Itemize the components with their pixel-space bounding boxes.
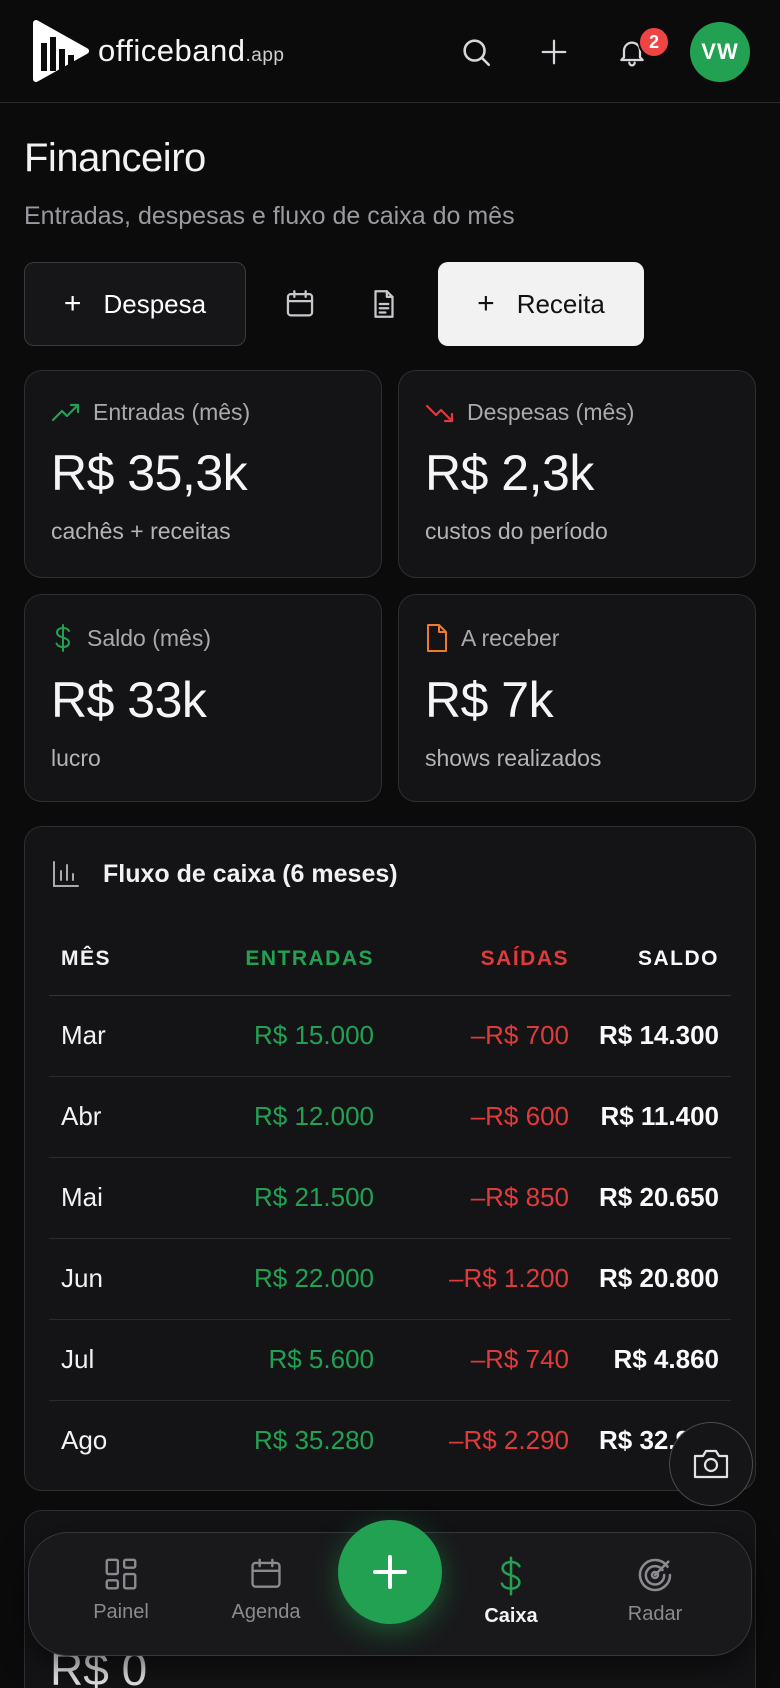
stat-value: R$ 33k: [51, 672, 207, 728]
calendar-icon: [251, 1558, 281, 1588]
nav-item-painel[interactable]: Painel: [61, 1555, 181, 1624]
table-row: Abr R$ 12.000 –R$ 600 R$ 11.400: [49, 1076, 731, 1158]
brand-name: officeband.app: [98, 33, 285, 68]
notification-badge: 2: [638, 26, 670, 58]
column-header-expenses: SAÍDAS: [374, 923, 569, 996]
cell-month: Mai: [49, 1157, 169, 1239]
nav-item-caixa[interactable]: Caixa: [451, 1555, 571, 1628]
document-icon: [374, 290, 394, 318]
plus-icon: +: [477, 287, 495, 320]
calendar-button[interactable]: [280, 284, 320, 324]
nav-label: Caixa: [484, 1605, 538, 1627]
document-icon: [427, 624, 447, 652]
table-row: Jun R$ 22.000 –R$ 1.200 R$ 20.800: [49, 1238, 731, 1320]
nav-label: Painel: [93, 1601, 149, 1623]
brand-suffix: .app: [245, 45, 285, 66]
calendar-icon: [286, 290, 314, 317]
cashflow-title: Fluxo de caixa (6 meses): [103, 859, 398, 888]
table-row: Jul R$ 5.600 –R$ 740 R$ 4.860: [49, 1319, 731, 1401]
cell-expenses: –R$ 700: [374, 995, 569, 1077]
cell-month: Ago: [61, 1425, 108, 1456]
add-income-button[interactable]: + Receita: [438, 262, 644, 346]
table-row: Ago R$ 35.280 –R$ 2.290 R$ 32.990: [49, 1400, 731, 1481]
cell-income: R$ 5.600: [169, 1319, 374, 1401]
camera-button[interactable]: [669, 1422, 753, 1506]
cell-balance: R$ 20.800: [569, 1238, 731, 1320]
cell-expenses: –R$ 740: [374, 1319, 569, 1401]
cell-balance: R$ 11.400: [569, 1076, 731, 1158]
column-header-month: MÊS: [49, 923, 169, 996]
cell-income: R$ 35.280: [254, 1425, 374, 1456]
cell-expenses: –R$ 850: [374, 1157, 569, 1239]
plus-icon: +: [63, 287, 82, 320]
app-header: officeband.app 2 VW: [0, 0, 780, 103]
add-income-label: Receita: [516, 288, 605, 319]
add-button[interactable]: [534, 32, 574, 72]
stat-label: A receber: [461, 624, 560, 651]
page-subtitle: Entradas, despesas e fluxo de caixa do m…: [24, 202, 515, 230]
nav-item-agenda[interactable]: Agenda: [206, 1555, 326, 1624]
cell-balance: R$ 14.300: [569, 995, 731, 1077]
stat-sub: cachês + receitas: [51, 518, 231, 544]
add-expense-label: Despesa: [103, 288, 207, 319]
plus-icon: [541, 39, 567, 65]
stat-value: R$ 7k: [425, 672, 554, 728]
column-header-balance: SALDO: [569, 923, 731, 996]
search-icon: [463, 39, 491, 67]
quick-add-button[interactable]: [338, 1520, 442, 1624]
stat-value: R$ 2,3k: [425, 445, 594, 501]
camera-icon: [693, 1449, 729, 1479]
brand-logo[interactable]: officeband.app: [32, 19, 284, 83]
trending-down-icon: [425, 404, 454, 422]
dollar-icon: [500, 1556, 521, 1596]
page-title: Financeiro: [24, 136, 206, 180]
stat-label: Entradas (mês): [93, 399, 251, 425]
stat-card-expenses[interactable]: Despesas (mês) R$ 2,3k custos do período: [398, 370, 756, 578]
cell-expenses: –R$ 2.290: [449, 1425, 569, 1456]
dollar-icon: [55, 624, 71, 652]
cell-month: Jul: [49, 1319, 169, 1401]
stat-value: R$ 35,3k: [51, 445, 248, 501]
nav-item-radar[interactable]: Radar: [595, 1555, 715, 1626]
notifications-button[interactable]: 2: [612, 26, 670, 72]
stat-card-balance[interactable]: Saldo (mês) R$ 33k lucro: [24, 594, 382, 802]
cell-income: R$ 22.000: [169, 1238, 374, 1320]
logo-icon: [33, 20, 89, 82]
stat-sub: custos do período: [425, 518, 608, 544]
cell-balance: R$ 20.650: [569, 1157, 731, 1239]
dashboard-icon: [105, 1558, 137, 1590]
table-row: Mai R$ 21.500 –R$ 850 R$ 20.650: [49, 1157, 731, 1239]
stat-card-receivable[interactable]: A receber R$ 7k shows realizados: [398, 594, 756, 802]
bar-chart-icon: [53, 861, 79, 887]
radar-icon: [638, 1558, 672, 1592]
cell-month: Jun: [49, 1238, 169, 1320]
column-header-income: ENTRADAS: [169, 923, 374, 996]
table-row: Mar R$ 15.000 –R$ 700 R$ 14.300: [49, 995, 731, 1077]
report-button[interactable]: [364, 284, 404, 324]
stat-label: Saldo (mês): [87, 624, 211, 651]
nav-label: Radar: [627, 1603, 683, 1625]
cell-expenses: –R$ 1.200: [374, 1238, 569, 1320]
cell-income: R$ 12.000: [169, 1076, 374, 1158]
plus-icon: [373, 1555, 407, 1589]
cashflow-table: MÊS ENTRADAS SAÍDAS SALDO Mar R$ 15.000 …: [49, 923, 731, 1481]
cell-income: R$ 21.500: [169, 1157, 374, 1239]
cell-month: Mar: [49, 995, 169, 1077]
cell-month: Abr: [49, 1076, 169, 1158]
nav-label: Agenda: [231, 1601, 301, 1623]
cell-income: R$ 15.000: [169, 995, 374, 1077]
cashflow-card: Fluxo de caixa (6 meses) MÊS ENTRADAS SA…: [24, 826, 756, 1491]
table-header-row: MÊS ENTRADAS SAÍDAS SALDO: [49, 923, 731, 996]
header-actions: 2 VW: [456, 22, 750, 82]
trending-up-icon: [51, 403, 80, 421]
search-button[interactable]: [456, 32, 496, 72]
stat-label: Despesas (mês): [467, 399, 635, 425]
stat-sub: shows realizados: [425, 745, 602, 771]
stat-card-income[interactable]: Entradas (mês) R$ 35,3k cachês + receita…: [24, 370, 382, 578]
add-expense-button[interactable]: + Despesa: [24, 262, 246, 346]
stat-sub: lucro: [51, 745, 101, 771]
cell-balance: R$ 4.860: [569, 1319, 731, 1401]
avatar[interactable]: VW: [690, 22, 750, 82]
cell-expenses: –R$ 600: [374, 1076, 569, 1158]
